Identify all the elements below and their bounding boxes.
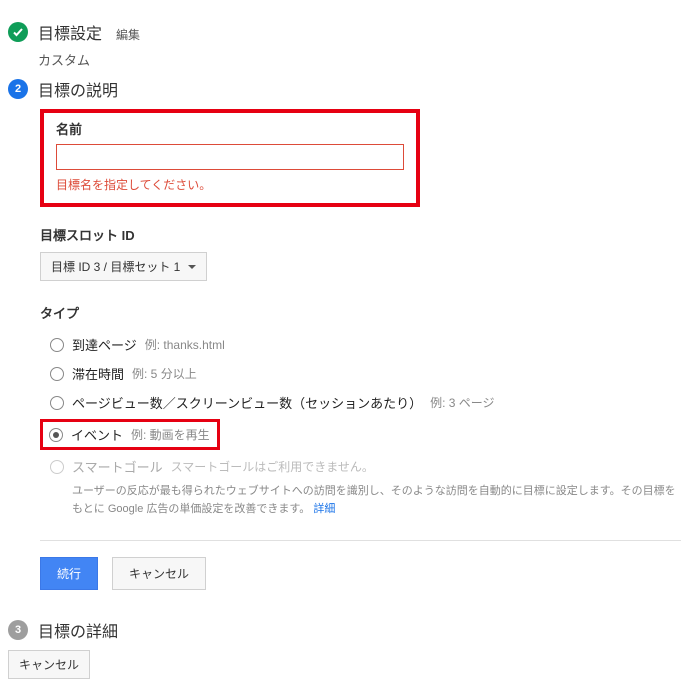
step-desc-title: 目標の説明 [38, 77, 118, 101]
type-pages-label: ページビュー数／スクリーンビュー数（セッションあたり） [72, 393, 422, 412]
type-destination-option[interactable]: 到達ページ 例: thanks.html [40, 330, 681, 359]
step-goal-details: 3 目標の詳細 [8, 618, 691, 642]
step-setup-subtitle: カスタム [38, 50, 691, 69]
continue-button[interactable]: 続行 [40, 557, 98, 590]
slot-label: 目標スロット ID [40, 225, 681, 244]
radio-icon [49, 428, 63, 442]
bottom-cancel-button[interactable]: キャンセル [8, 650, 90, 679]
smart-goal-description: ユーザーの反応が最も得られたウェブサイトへの訪問を識別し、そのような訪問を自動的… [40, 483, 680, 518]
step-number-icon: 3 [8, 620, 28, 640]
radio-icon [50, 338, 64, 352]
goal-name-input[interactable] [56, 144, 404, 170]
name-label: 名前 [56, 119, 404, 138]
step-goal-description: 2 目標の説明 名前 目標名を指定してください。 目標スロット ID 目標 ID… [8, 77, 691, 610]
type-pages-option[interactable]: ページビュー数／スクリーンビュー数（セッションあたり） 例: 3 ページ [40, 388, 681, 417]
name-section: 名前 目標名を指定してください。 [40, 109, 420, 207]
radio-icon [50, 460, 64, 474]
button-row: 続行 キャンセル [40, 557, 681, 590]
goal-slot-dropdown[interactable]: 目標 ID 3 / 目標セット 1 [40, 252, 207, 281]
step-goal-setup: 目標設定 編集 カスタム [8, 20, 691, 69]
divider [40, 540, 681, 541]
radio-icon [50, 367, 64, 381]
type-smart-hint: スマートゴールはご利用できません。 [171, 458, 374, 475]
chevron-down-icon [188, 265, 196, 269]
radio-icon [50, 396, 64, 410]
type-pages-hint: 例: 3 ページ [430, 394, 494, 411]
type-event-option[interactable]: イベント 例: 動画を再生 [40, 419, 220, 450]
edit-link[interactable]: 編集 [116, 26, 140, 43]
name-error-text: 目標名を指定してください。 [56, 176, 404, 193]
slot-section: 目標スロット ID 目標 ID 3 / 目標セット 1 [40, 225, 681, 281]
type-duration-label: 滞在時間 [72, 364, 124, 383]
step-number-icon: 2 [8, 79, 28, 99]
type-destination-label: 到達ページ [72, 335, 137, 354]
type-event-hint: 例: 動画を再生 [131, 426, 210, 443]
type-smart-label: スマートゴール [72, 457, 163, 476]
type-duration-option[interactable]: 滞在時間 例: 5 分以上 [40, 359, 681, 388]
step-setup-title: 目標設定 [38, 20, 102, 44]
step-details-title: 目標の詳細 [38, 618, 118, 642]
type-section: タイプ 到達ページ 例: thanks.html 滞在時間 例: 5 分以上 ペ… [40, 303, 681, 518]
cancel-button[interactable]: キャンセル [112, 557, 206, 590]
smart-desc-link[interactable]: 詳細 [313, 503, 335, 515]
type-duration-hint: 例: 5 分以上 [132, 365, 197, 382]
smart-desc-text: ユーザーの反応が最も得られたウェブサイトへの訪問を識別し、そのような訪問を自動的… [72, 485, 676, 515]
type-destination-hint: 例: thanks.html [145, 336, 225, 353]
type-event-label: イベント [71, 425, 123, 444]
check-icon [8, 22, 28, 42]
type-smart-option: スマートゴール スマートゴールはご利用できません。 [40, 452, 681, 481]
goal-slot-selected: 目標 ID 3 / 目標セット 1 [51, 258, 180, 275]
type-label: タイプ [40, 303, 681, 322]
